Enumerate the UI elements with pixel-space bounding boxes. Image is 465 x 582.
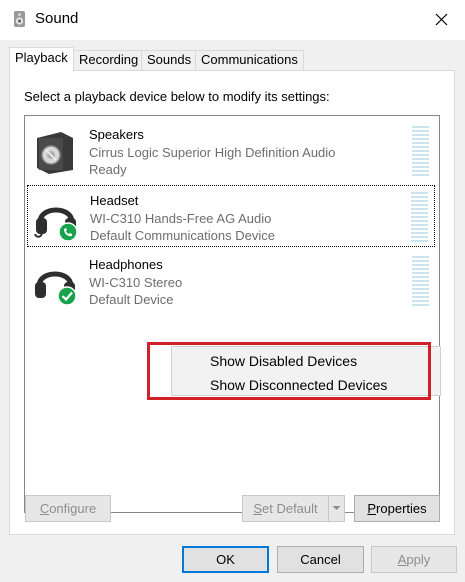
window-title: Sound xyxy=(35,10,79,27)
check-badge-icon xyxy=(57,286,77,306)
chevron-down-icon xyxy=(332,506,341,510)
device-list[interactable]: Speakers Cirrus Logic Superior High Defi… xyxy=(24,115,441,513)
speaker-device-icon xyxy=(37,132,73,174)
close-button[interactable] xyxy=(419,0,465,40)
device-headphones[interactable]: Headphones WI-C310 Stereo Default Device xyxy=(27,250,435,312)
set-default-button[interactable]: Set Default xyxy=(242,495,329,522)
level-meter xyxy=(412,126,429,176)
close-icon xyxy=(435,13,448,26)
speaker-icon xyxy=(14,11,25,27)
device-description: Cirrus Logic Superior High Definition Au… xyxy=(89,145,336,160)
properties-button[interactable]: Properties xyxy=(354,495,440,522)
playback-panel: Select a playback device below to modify… xyxy=(9,70,455,535)
headset-phone-icon xyxy=(34,207,78,242)
title-bar: Sound xyxy=(0,0,465,40)
device-status: Ready xyxy=(89,162,127,177)
device-name: Speakers xyxy=(89,127,144,142)
headphones-check-icon xyxy=(35,271,77,306)
device-headset[interactable]: Headset WI-C310 Hands-Free AG Audio Defa… xyxy=(27,185,435,247)
set-default-dropdown[interactable] xyxy=(328,495,345,522)
ok-button[interactable]: OK xyxy=(182,546,269,573)
dialog-body: Playback Recording Sounds Communications… xyxy=(0,40,465,582)
configure-button[interactable]: Configure xyxy=(25,495,111,522)
device-name: Headset xyxy=(90,193,139,208)
device-description: WI-C310 Hands-Free AG Audio xyxy=(90,211,272,226)
device-status: Default Device xyxy=(89,292,174,307)
instruction-text: Select a playback device below to modify… xyxy=(24,89,330,104)
phone-badge-icon xyxy=(58,222,78,242)
tab-communications[interactable]: Communications xyxy=(195,50,304,70)
device-status: Default Communications Device xyxy=(90,228,275,243)
tab-sounds[interactable]: Sounds xyxy=(141,50,198,70)
tab-recording[interactable]: Recording xyxy=(73,50,145,70)
cancel-button[interactable]: Cancel xyxy=(277,546,364,573)
level-meter xyxy=(412,256,429,306)
device-speakers[interactable]: Speakers Cirrus Logic Superior High Defi… xyxy=(27,120,435,182)
highlight-annotation xyxy=(147,342,431,400)
apply-button[interactable]: Apply xyxy=(371,546,457,573)
tab-playback[interactable]: Playback xyxy=(9,47,74,71)
device-name: Headphones xyxy=(89,257,163,272)
level-meter xyxy=(411,192,428,242)
device-description: WI-C310 Stereo xyxy=(89,275,183,290)
